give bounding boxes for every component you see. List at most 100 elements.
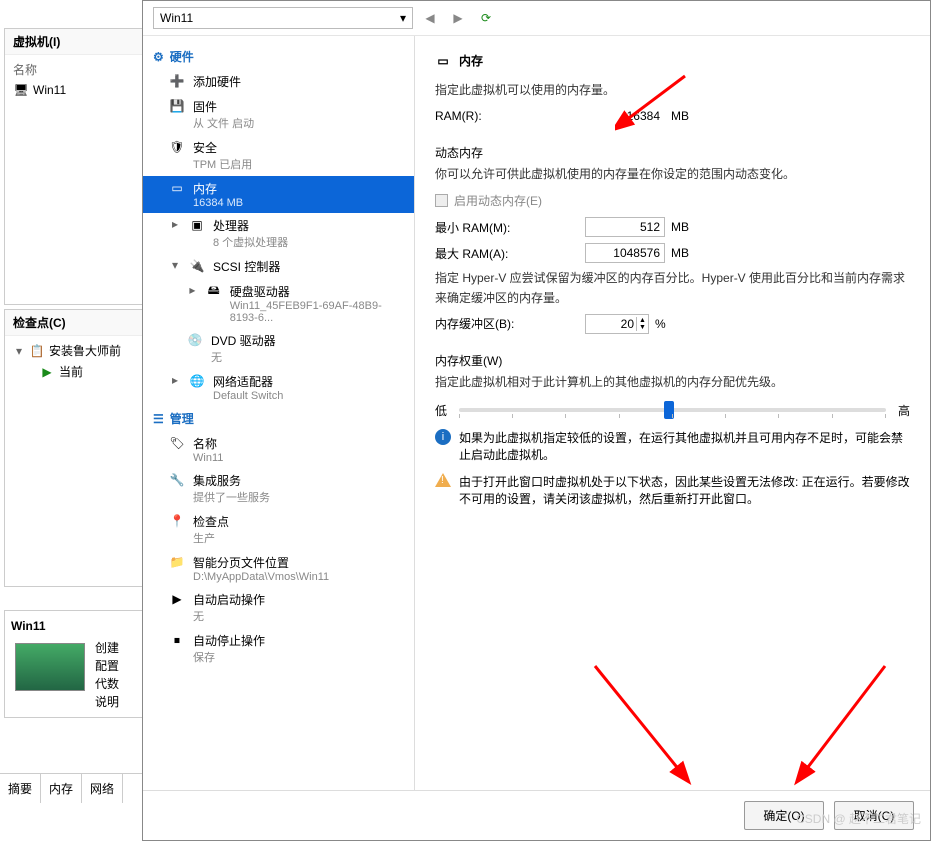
hardware-icon: ⚙ (153, 50, 164, 64)
expander-icon[interactable]: ▸ (169, 217, 181, 231)
hardware-header: ⚙硬件 (143, 44, 414, 69)
weight-title: 内存权重(W) (435, 352, 910, 369)
vm-selector[interactable]: Win11 ▾ (153, 7, 413, 29)
expander-icon[interactable]: ▸ (169, 373, 181, 387)
win11-detail-section: Win11 创建 配置 代数 说明 (4, 610, 145, 718)
tree-smartpaging[interactable]: 📁 智能分页文件位置D:\MyAppData\Vmos\Win11 (143, 550, 414, 587)
win11-detail-title: Win11 (11, 617, 138, 639)
memory-icon: ▭ (169, 180, 185, 196)
tree-hdd[interactable]: ▸ 🖴 硬盘驱动器Win11_45FEB9F1-69AF-48B9-8193-6… (143, 279, 414, 328)
checkpoint-section: 检查点(C) ▾ 📋 安装鲁大师前 ▶ 当前 (4, 309, 145, 587)
management-header: ☰管理 (143, 406, 414, 431)
tree-memory[interactable]: ▭ 内存16384 MB (143, 176, 414, 213)
tree-scsi[interactable]: ▾ 🔌 SCSI 控制器 (143, 254, 414, 279)
vm-selector-value: Win11 (160, 11, 193, 25)
tab-memory[interactable]: 内存 (41, 774, 82, 803)
max-ram-row: 最大 RAM(A): 1048576 MB (435, 243, 910, 263)
tree-nic[interactable]: ▸ 🌐 网络适配器Default Switch (143, 369, 414, 406)
tree-integration[interactable]: 🔧 集成服务提供了一些服务 (143, 468, 414, 509)
annotation-arrow-2 (585, 656, 705, 786)
cpu-icon: ▣ (189, 217, 205, 233)
dynamic-memory-title: 动态内存 (435, 144, 910, 161)
vm-section: 虚拟机(I) 名称 🖥 Win11 (4, 28, 145, 305)
tree-firmware[interactable]: 💾 固件从 文件 启动 (143, 94, 414, 135)
min-ram-input[interactable]: 512 (585, 217, 665, 237)
nav-back-button[interactable]: ◀ (419, 7, 441, 29)
management-icon: ☰ (153, 412, 164, 426)
vm-thumbnail[interactable] (15, 643, 85, 691)
weight-desc: 指定此虚拟机相对于此计算机上的其他虚拟机的内存分配优先级。 (435, 373, 910, 392)
dynamic-memory-desc: 你可以允许可供此虚拟机使用的内存量在你设定的范围内动态变化。 (435, 165, 910, 184)
checkpoint-header: 检查点(C) (5, 310, 144, 336)
tab-summary[interactable]: 摘要 (0, 774, 41, 803)
spin-down-icon[interactable]: ▼ (637, 324, 648, 331)
vm-list-item[interactable]: 🖥 Win11 (13, 80, 136, 100)
memory-detail-pane: ▭ 内存 指定此虚拟机可以使用的内存量。 RAM(R): 16384 MB 动态… (415, 36, 930, 790)
vm-icon: 🖥 (13, 82, 29, 98)
weight-low-label: 低 (435, 402, 447, 419)
buffer-spinner[interactable]: ▲▼ (585, 314, 649, 334)
memory-icon: ▭ (435, 53, 451, 69)
cancel-button[interactable]: 取消(C) (834, 801, 914, 830)
warning-message: 由于打开此窗口时虚拟机处于以下状态，因此某些设置无法修改: 正在运行。若要修改不… (435, 473, 910, 507)
detail-tabs: 摘要 内存 网络 (0, 773, 150, 803)
nav-forward-button[interactable]: ▶ (447, 7, 469, 29)
ram-label: RAM(R): (435, 109, 585, 123)
tree-autostart[interactable]: ▶ 自动启动操作无 (143, 587, 414, 628)
tree-name[interactable]: 🏷 名称Win11 (143, 431, 414, 468)
min-ram-row: 最小 RAM(M): 512 MB (435, 217, 910, 237)
dialog-toolbar: Win11 ▾ ◀ ▶ ⟳ (143, 1, 930, 36)
dialog-footer: 确定(O) 取消(C) (143, 790, 930, 840)
ram-input[interactable]: 16384 (585, 106, 665, 126)
autostop-icon: ⏹ (169, 632, 185, 648)
win11-info-lines: 创建 配置 代数 说明 (95, 639, 119, 711)
dvd-icon: 💿 (187, 332, 203, 348)
refresh-button[interactable]: ⟳ (475, 7, 497, 29)
firmware-icon: 💾 (169, 98, 185, 114)
integration-icon: 🔧 (169, 472, 185, 488)
buffer-input[interactable] (586, 315, 636, 333)
tree-autostop[interactable]: ⏹ 自动停止操作保存 (143, 628, 414, 669)
tree-security[interactable]: 🛡 安全TPM 已启用 (143, 135, 414, 176)
vm-section-header: 虚拟机(I) (5, 29, 144, 55)
ram-unit: MB (671, 109, 689, 123)
max-ram-input[interactable]: 1048576 (585, 243, 665, 263)
min-ram-label: 最小 RAM(M): (435, 219, 585, 236)
settings-dialog: Win11 ▾ ◀ ▶ ⟳ ⚙硬件 ➕ 添加硬件 💾 固件从 文件 启动 🛡 安… (142, 0, 931, 841)
enable-dynamic-checkbox-row: 启用动态内存(E) (435, 192, 910, 209)
add-icon: ➕ (169, 73, 185, 89)
max-ram-label: 最大 RAM(A): (435, 245, 585, 262)
buffer-desc: 指定 Hyper-V 应尝试保留为缓冲区的内存百分比。Hyper-V 使用此百分… (435, 269, 910, 307)
expander-icon[interactable]: ▾ (169, 258, 181, 272)
checkpoint-icon: 📍 (169, 513, 185, 529)
expander-icon[interactable]: ▾ (13, 344, 25, 358)
ram-row: RAM(R): 16384 MB (435, 106, 910, 126)
detail-title: ▭ 内存 (435, 52, 910, 69)
manager-panel: 虚拟机(I) 名称 🖥 Win11 检查点(C) ▾ 📋 安装鲁大师前 ▶ 当前 (0, 0, 150, 841)
col-name: 名称 (13, 59, 136, 80)
autostart-icon: ▶ (169, 591, 185, 607)
enable-dynamic-checkbox[interactable] (435, 194, 448, 207)
tree-dvd[interactable]: 💿 DVD 驱动器无 (143, 328, 414, 369)
folder-icon: 📁 (169, 554, 185, 570)
checkpoint-current[interactable]: ▶ 当前 (13, 361, 136, 382)
tree-add-hardware[interactable]: ➕ 添加硬件 (143, 69, 414, 94)
memory-desc: 指定此虚拟机可以使用的内存量。 (435, 81, 910, 100)
ok-button[interactable]: 确定(O) (744, 801, 824, 830)
buffer-label: 内存缓冲区(B): (435, 315, 585, 332)
name-icon: 🏷 (169, 435, 185, 451)
nic-icon: 🌐 (189, 373, 205, 389)
weight-slider-row: 低 高 (435, 402, 910, 419)
chevron-down-icon: ▾ (400, 11, 406, 25)
warning-icon (435, 473, 451, 487)
enable-dynamic-label: 启用动态内存(E) (454, 192, 542, 209)
tree-checkpoints[interactable]: 📍 检查点生产 (143, 509, 414, 550)
weight-slider[interactable] (459, 408, 886, 412)
checkpoint-root[interactable]: ▾ 📋 安装鲁大师前 (13, 340, 136, 361)
tab-network[interactable]: 网络 (82, 774, 123, 803)
vm-name: Win11 (33, 83, 66, 97)
spin-up-icon[interactable]: ▲ (637, 317, 648, 324)
checkpoint-icon: 📋 (29, 343, 45, 359)
expander-icon[interactable]: ▸ (187, 283, 198, 297)
tree-processor[interactable]: ▸ ▣ 处理器8 个虚拟处理器 (143, 213, 414, 254)
